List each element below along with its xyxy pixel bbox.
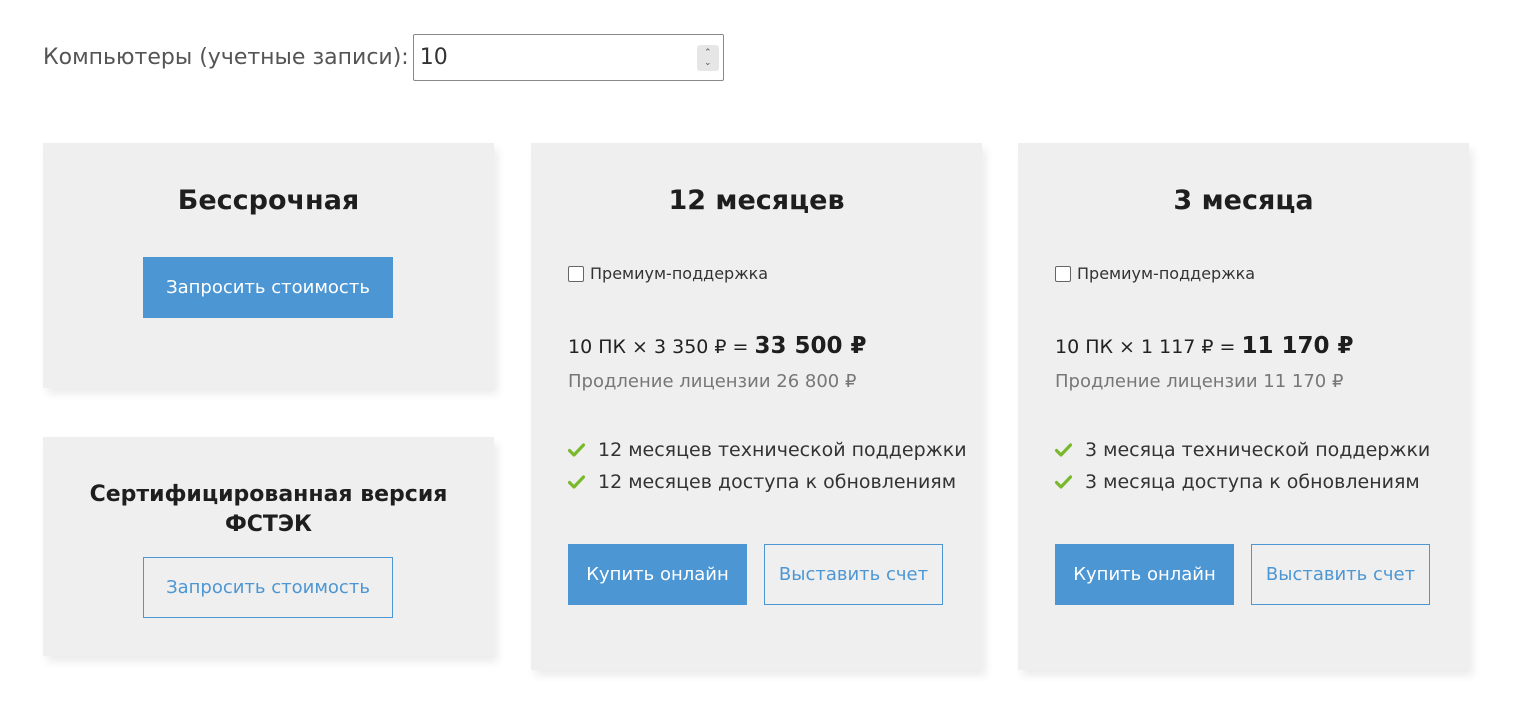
feature-item: 12 месяцев доступа к обновлениям (568, 466, 967, 498)
plan-title: 12 месяцев (668, 185, 845, 216)
renewal-price: Продление лицензии 11 170 ₽ (1055, 371, 1344, 392)
quantity-label: Компьютеры (учетные записи): (43, 45, 409, 70)
price-formula: 10 ПК × 1 117 ₽ = (1055, 336, 1242, 358)
features-list: 12 месяцев технической поддержки 12 меся… (568, 434, 967, 498)
check-icon (1055, 475, 1072, 489)
feature-text: 3 месяца доступа к обновлениям (1085, 471, 1420, 493)
renewal-price: Продление лицензии 26 800 ₽ (568, 371, 857, 392)
plan-card-3-months: 3 месяца Премиум-поддержка 10 ПК × 1 117… (1018, 143, 1469, 670)
perpetual-card: Бессрочная Запросить стоимость (43, 143, 494, 388)
buy-online-button[interactable]: Купить онлайн (568, 544, 747, 605)
premium-support-checkbox[interactable] (1055, 265, 1071, 282)
spinner-up-icon[interactable]: ⌃ (704, 48, 712, 58)
buy-online-button[interactable]: Купить онлайн (1055, 544, 1234, 605)
premium-support-checkbox[interactable] (568, 265, 584, 282)
price-line: 10 ПК × 3 350 ₽ = 33 500 ₽ (568, 333, 867, 359)
certified-title-line2: ФСТЭК (224, 512, 313, 537)
certified-request-price-button[interactable]: Запросить стоимость (143, 557, 393, 618)
feature-text: 3 месяца технической поддержки (1085, 439, 1431, 461)
price-line: 10 ПК × 1 117 ₽ = 11 170 ₽ (1055, 333, 1354, 359)
premium-support-label: Премиум-поддержка (1077, 264, 1256, 283)
spinner-down-icon[interactable]: ⌄ (704, 58, 712, 68)
quantity-row: Компьютеры (учетные записи): 10 ⌃ ⌄ (43, 34, 724, 81)
feature-item: 3 месяца технической поддержки (1055, 434, 1430, 466)
feature-text: 12 месяцев доступа к обновлениям (598, 471, 957, 493)
feature-text: 12 месяцев технической поддержки (598, 439, 967, 461)
premium-support-label: Премиум-поддержка (590, 264, 769, 283)
perpetual-title: Бессрочная (177, 185, 360, 216)
price-total: 33 500 ₽ (754, 333, 867, 359)
issue-invoice-button[interactable]: Выставить счет (764, 544, 943, 605)
perpetual-request-price-button[interactable]: Запросить стоимость (143, 257, 393, 318)
quantity-input[interactable]: 10 ⌃ ⌄ (412, 34, 724, 81)
plan-title: 3 месяца (1173, 185, 1314, 216)
price-total: 11 170 ₽ (1241, 333, 1354, 359)
check-icon (1055, 443, 1072, 457)
premium-support-option[interactable]: Премиум-поддержка (1055, 264, 1255, 283)
price-formula: 10 ПК × 3 350 ₽ = (568, 336, 755, 358)
certified-card: Сертифицированная версия ФСТЭК Запросить… (43, 437, 494, 656)
plan-card-12-months: 12 месяцев Премиум-поддержка 10 ПК × 3 3… (531, 143, 982, 670)
issue-invoice-button[interactable]: Выставить счет (1251, 544, 1430, 605)
quantity-spinner[interactable]: ⌃ ⌄ (696, 44, 719, 71)
quantity-value: 10 (419, 45, 448, 70)
check-icon (568, 475, 585, 489)
premium-support-option[interactable]: Премиум-поддержка (568, 264, 768, 283)
certified-title-line1: Сертифицированная версия (89, 482, 448, 507)
check-icon (568, 443, 585, 457)
features-list: 3 месяца технической поддержки 3 месяца … (1055, 434, 1430, 498)
feature-item: 3 месяца доступа к обновлениям (1055, 466, 1430, 498)
feature-item: 12 месяцев технической поддержки (568, 434, 967, 466)
